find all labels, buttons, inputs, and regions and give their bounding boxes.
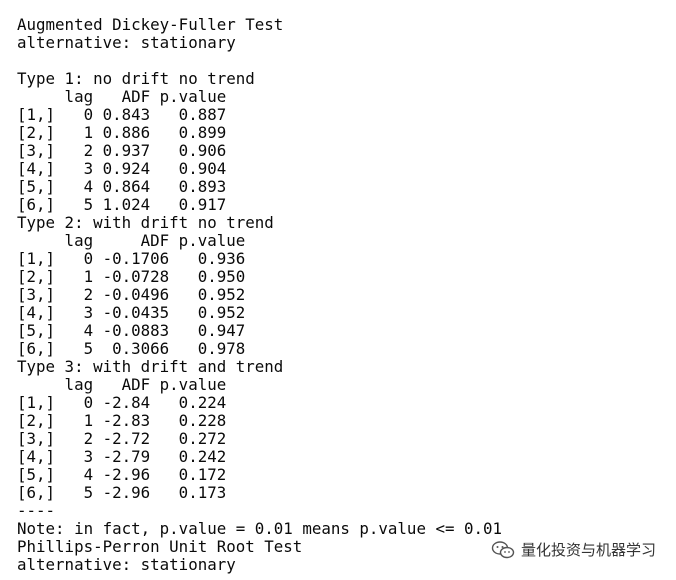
- console-line: [6,] 5 0.3066 0.978: [17, 339, 246, 358]
- console-line: lag ADF p.value: [17, 375, 227, 394]
- watermark: 量化投资与机器学习: [488, 539, 658, 560]
- console-line: [5,] 4 -2.96 0.172: [17, 465, 227, 484]
- console-line: alternative: stationary: [17, 33, 236, 52]
- console-line: Augmented Dickey-Fuller Test: [17, 15, 284, 34]
- console-line: Note: in fact, p.value = 0.01 means p.va…: [17, 519, 503, 538]
- wechat-icon: [491, 540, 515, 558]
- console-line: [5,] 4 0.864 0.893: [17, 177, 227, 196]
- console-line: lag ADF p.value: [17, 87, 227, 106]
- console-line: Type 1: no drift no trend: [17, 69, 255, 88]
- console-line: [4,] 3 -0.0435 0.952: [17, 303, 246, 322]
- console-line: [6,] 5 1.024 0.917: [17, 195, 227, 214]
- console-line: lag ADF p.value: [17, 231, 246, 250]
- console-line: [4,] 3 -2.79 0.242: [17, 447, 227, 466]
- console-output: Augmented Dickey-Fuller Test alternative:…: [17, 16, 667, 574]
- watermark-text: 量化投资与机器学习: [520, 541, 656, 559]
- console-line: ----: [17, 501, 56, 520]
- console-line: [6,] 5 -2.96 0.173: [17, 483, 227, 502]
- console-line: Type 3: with drift and trend: [17, 357, 284, 376]
- console-line: [4,] 3 0.924 0.904: [17, 159, 227, 178]
- console-line: Type 2: with drift no trend: [17, 213, 274, 232]
- console-line: [3,] 2 -2.72 0.272: [17, 429, 227, 448]
- console-line: [1,] 0 -2.84 0.224: [17, 393, 227, 412]
- console-line: [2,] 1 -2.83 0.228: [17, 411, 227, 430]
- console-line: [3,] 2 -0.0496 0.952: [17, 285, 246, 304]
- console-line: [1,] 0 -0.1706 0.936: [17, 249, 246, 268]
- console-line: [5,] 4 -0.0883 0.947: [17, 321, 246, 340]
- console-line: [2,] 1 -0.0728 0.950: [17, 267, 246, 286]
- console-line: [2,] 1 0.886 0.899: [17, 123, 227, 142]
- console-line: [1,] 0 0.843 0.887: [17, 105, 227, 124]
- console-line: [3,] 2 0.937 0.906: [17, 141, 227, 160]
